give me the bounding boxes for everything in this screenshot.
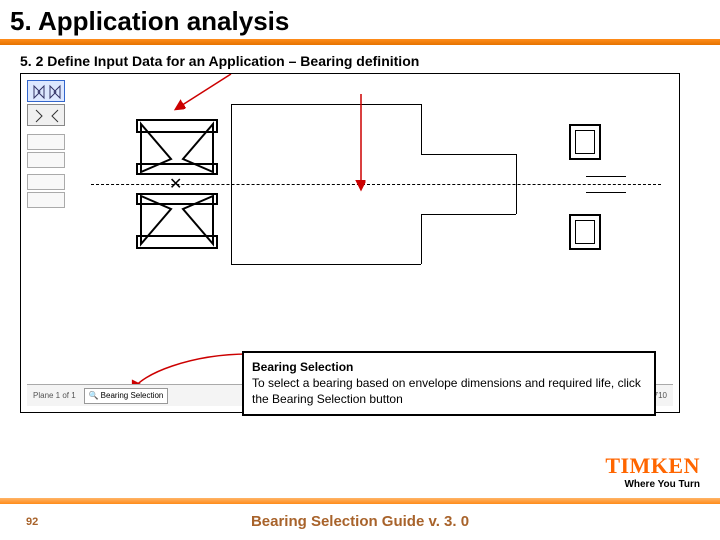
bearing-selection-button[interactable]: 🔍 Bearing Selection — [84, 388, 169, 404]
brand-logo: TIMKEN — [605, 453, 700, 479]
guide-title: Bearing Selection Guide v. 3. 0 — [0, 513, 720, 530]
brand-tagline: Where You Turn — [605, 479, 700, 490]
logo-block: TIMKEN Where You Turn — [605, 453, 700, 490]
search-icon: 🔍 — [89, 391, 99, 400]
section-subtitle: 5. 2 Define Input Data for an Applicatio… — [0, 45, 720, 73]
footer-divider — [0, 498, 720, 504]
arrow-to-bearing-top — [21, 74, 681, 384]
content-area: ✕ Plane 1 of 1 🔍 Bearing Selection — [20, 73, 700, 413]
callout-body: To select a bearing based on envelope di… — [252, 375, 646, 407]
bearing-selection-label: Bearing Selection — [101, 391, 164, 400]
plane-label: Plane 1 of 1 — [33, 391, 76, 400]
slide-title: 5. Application analysis — [0, 0, 720, 39]
callout-box: Bearing Selection To select a bearing ba… — [242, 351, 656, 416]
callout-title: Bearing Selection — [252, 359, 646, 375]
